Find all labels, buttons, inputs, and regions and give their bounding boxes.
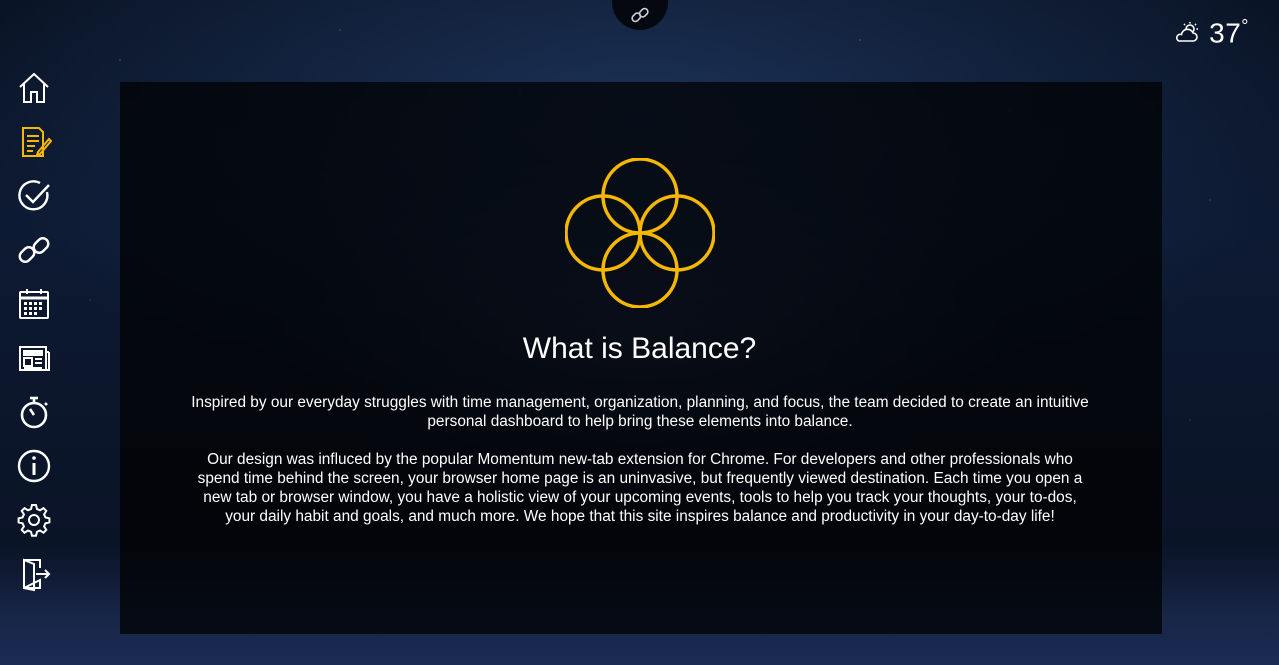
home-icon xyxy=(19,72,49,103)
sidebar-item-timer[interactable] xyxy=(14,392,54,432)
check-circle-icon xyxy=(18,180,50,211)
temperature-unit: ° xyxy=(1241,16,1249,36)
sidebar-item-balance[interactable] xyxy=(14,230,54,270)
page-title: What is Balance? xyxy=(522,332,757,365)
notes-icon xyxy=(22,127,52,157)
infinity-link-icon xyxy=(18,237,50,263)
sidebar-item-calendar[interactable] xyxy=(14,284,54,324)
sidebar-item-notes[interactable] xyxy=(14,122,54,162)
sidebar-item-logout[interactable] xyxy=(14,554,54,594)
info-icon xyxy=(17,449,51,483)
sidebar-item-settings[interactable] xyxy=(14,500,54,540)
sidebar-item-about[interactable] xyxy=(14,446,54,486)
gear-icon xyxy=(17,504,51,537)
sidebar-item-home[interactable] xyxy=(14,68,54,108)
balance-logo xyxy=(565,158,715,308)
about-paragraph-2: Our design was influced by the popular M… xyxy=(197,451,1083,525)
exit-door-icon xyxy=(23,558,51,592)
about-paragraph-1: Inspired by our everyday struggles with … xyxy=(191,394,1089,430)
top-link-tab[interactable] xyxy=(612,0,668,30)
weather-widget[interactable]: 37° xyxy=(1173,16,1249,49)
partly-cloudy-icon xyxy=(1176,21,1199,42)
calendar-icon xyxy=(19,289,49,319)
link-icon xyxy=(631,7,649,23)
stopwatch-icon xyxy=(20,396,48,429)
temperature-value: 37 xyxy=(1209,17,1242,49)
sidebar-item-todo[interactable] xyxy=(14,176,54,216)
